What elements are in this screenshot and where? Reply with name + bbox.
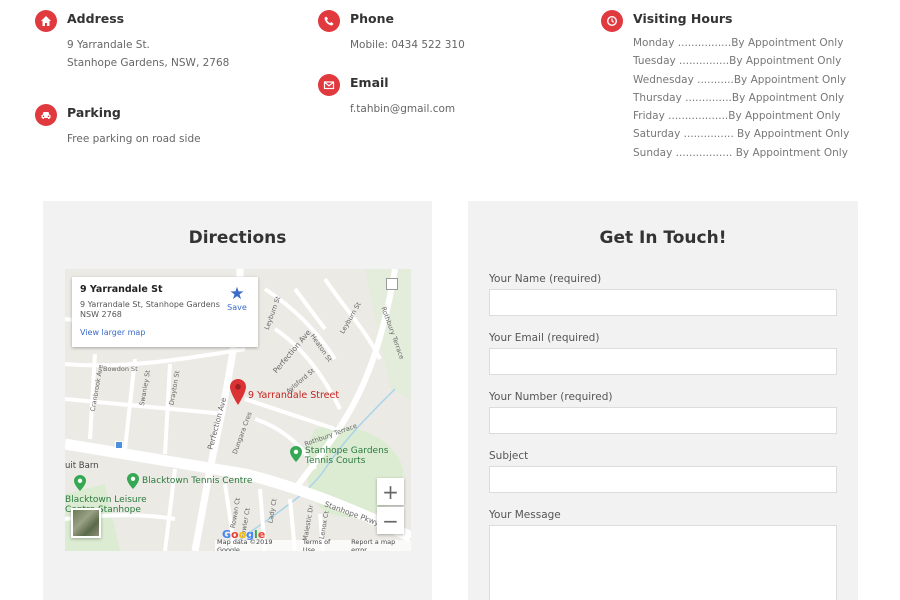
directions-panel: Directions Perfection Ave Perfection Ave… bbox=[43, 201, 432, 600]
hours-row: Thursday ..............By Appointment On… bbox=[633, 91, 845, 104]
address-title: Address bbox=[67, 11, 125, 26]
email-input[interactable] bbox=[489, 348, 837, 375]
email-label: Your Email (required) bbox=[489, 332, 600, 344]
email-title: Email bbox=[350, 75, 389, 90]
zoom-out-button[interactable]: − bbox=[377, 507, 404, 534]
subject-input[interactable] bbox=[489, 466, 837, 493]
hours-row: Saturday ............... By Appointment … bbox=[633, 128, 850, 141]
map-info-card: 9 Yarrandale St 9 Yarrandale St, Stanhop… bbox=[72, 277, 258, 347]
hours-title: Visiting Hours bbox=[633, 11, 733, 26]
phone-text[interactable]: Mobile: 0434 522 310 bbox=[350, 36, 465, 54]
directions-title: Directions bbox=[188, 228, 287, 248]
message-textarea[interactable] bbox=[489, 525, 837, 600]
number-input[interactable] bbox=[489, 407, 837, 434]
email-block: Email f.tahbin@gmail.com bbox=[318, 74, 465, 118]
name-label: Your Name (required) bbox=[489, 273, 602, 285]
address-column: Address 9 Yarrandale St. Stanhope Garden… bbox=[35, 10, 229, 168]
place-label-tennis-centre: Blacktown Tennis Centre bbox=[142, 476, 253, 486]
number-label: Your Number (required) bbox=[489, 391, 613, 403]
phone-block: Phone Mobile: 0434 522 310 bbox=[318, 10, 465, 54]
hours-row: Friday ..................By Appointment … bbox=[633, 110, 841, 123]
email-text[interactable]: f.tahbin@gmail.com bbox=[350, 100, 465, 118]
zoom-in-button[interactable]: + bbox=[377, 478, 404, 505]
place-marker-icon[interactable] bbox=[127, 473, 139, 489]
place-label-tennis-courts: Stanhope Gardens Tennis Courts bbox=[305, 446, 389, 466]
save-button[interactable]: ★ Save bbox=[224, 285, 250, 312]
map-data-text: Map data ©2019 Google bbox=[217, 537, 273, 552]
envelope-icon bbox=[318, 74, 340, 96]
view-larger-map-link[interactable]: View larger map bbox=[80, 328, 250, 337]
map-card-address: 9 Yarrandale St, Stanhope Gardens NSW 27… bbox=[80, 300, 220, 319]
contact-panel: Get In Touch! Your Name (required) Your … bbox=[468, 201, 858, 600]
bus-stop-icon bbox=[115, 441, 123, 449]
phone-title: Phone bbox=[350, 11, 395, 26]
place-marker-icon[interactable] bbox=[290, 446, 302, 462]
terms-of-use-link[interactable]: Terms of Use bbox=[303, 538, 343, 552]
parking-text: Free parking on road side bbox=[67, 133, 201, 145]
hours-block: Visiting Hours Monday ................By… bbox=[601, 10, 849, 162]
car-icon bbox=[35, 104, 57, 126]
fullscreen-toggle[interactable] bbox=[386, 278, 398, 290]
pin-label: 9 Yarrandale Street bbox=[248, 390, 340, 401]
location-pin-icon[interactable] bbox=[230, 379, 246, 405]
hours-column: Visiting Hours Monday ................By… bbox=[601, 10, 849, 182]
embedded-map[interactable]: Perfection Ave Perfection Ave Heaton St … bbox=[65, 269, 411, 551]
place-marker-icon[interactable] bbox=[74, 475, 86, 491]
map-attribution: Map data ©2019 Google Terms of Use Repor… bbox=[215, 537, 411, 552]
home-icon bbox=[35, 10, 57, 32]
clock-icon bbox=[601, 10, 623, 32]
name-input[interactable] bbox=[489, 289, 837, 316]
message-label: Your Message bbox=[489, 509, 561, 521]
contact-title: Get In Touch! bbox=[599, 228, 727, 248]
parking-title: Parking bbox=[67, 105, 121, 120]
phone-icon bbox=[318, 10, 340, 32]
satellite-view-toggle[interactable] bbox=[71, 508, 101, 538]
phone-column: Phone Mobile: 0434 522 310 Email f.tahbi… bbox=[318, 10, 465, 138]
address-line-2: Stanhope Gardens, NSW, 2768 bbox=[67, 57, 230, 69]
hours-row: Sunday ................. By Appointment … bbox=[633, 146, 848, 159]
parking-block: Parking Free parking on road side bbox=[35, 104, 229, 148]
save-label: Save bbox=[227, 303, 247, 312]
street-label: Bowdon St bbox=[103, 365, 138, 373]
address-block: Address 9 Yarrandale St. Stanhope Garden… bbox=[35, 10, 229, 72]
report-map-error-link[interactable]: Report a map error bbox=[351, 538, 411, 552]
hours-row: Tuesday ...............By Appointment On… bbox=[633, 55, 842, 68]
subject-label: Subject bbox=[489, 450, 529, 462]
star-icon: ★ bbox=[229, 284, 245, 304]
place-label-barn: uit Barn bbox=[65, 461, 99, 471]
hours-row: Wednesday ...........By Appointment Only bbox=[633, 73, 847, 86]
address-line-1: 9 Yarrandale St. bbox=[67, 39, 150, 51]
hours-row: Monday ................By Appointment On… bbox=[633, 37, 844, 49]
